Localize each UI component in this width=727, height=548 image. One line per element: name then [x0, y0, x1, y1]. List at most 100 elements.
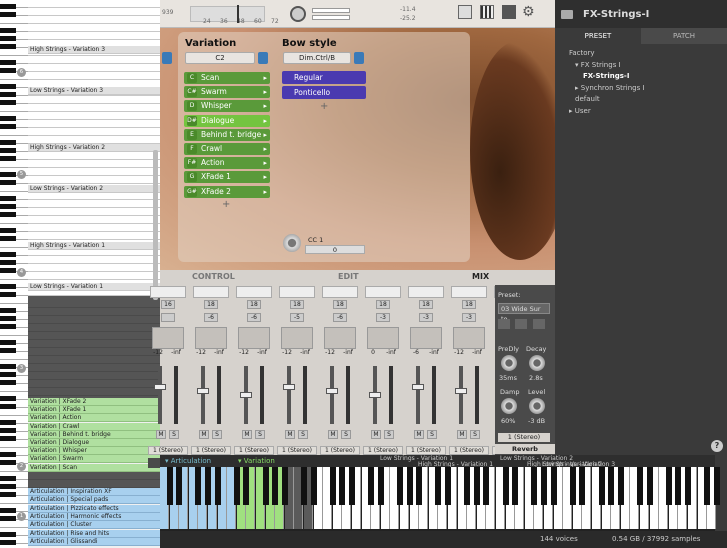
piano-black-key[interactable]: [0, 516, 16, 521]
mapping-row[interactable]: Variation | XFade 1: [28, 406, 160, 415]
piano-black-key[interactable]: [531, 467, 538, 505]
fader-handle[interactable]: [154, 384, 166, 390]
cc-value[interactable]: 0: [305, 245, 365, 254]
piano-black-key[interactable]: [608, 467, 615, 505]
channel-output[interactable]: 1 (Stereo): [148, 446, 188, 455]
piano-black-key[interactable]: [0, 196, 16, 201]
mapping-row[interactable]: [28, 332, 160, 340]
piano-black-key[interactable]: [0, 84, 16, 89]
piano-black-key[interactable]: [0, 420, 16, 425]
piano-black-key[interactable]: [665, 467, 672, 505]
stereo-pan-control[interactable]: [238, 327, 270, 349]
mapping-row[interactable]: [28, 264, 160, 272]
piano-black-key[interactable]: [176, 467, 183, 505]
mapping-row[interactable]: [28, 8, 160, 16]
piano-white-key[interactable]: [0, 440, 28, 448]
mapping-row[interactable]: [28, 380, 160, 388]
piano-black-key[interactable]: [483, 467, 490, 505]
mapping-row[interactable]: [28, 356, 160, 364]
fader-handle[interactable]: [197, 388, 209, 394]
piano-black-key[interactable]: [0, 404, 16, 409]
channel-output[interactable]: 1 (Stereo): [320, 446, 360, 455]
fader-handle[interactable]: [240, 392, 252, 398]
stereo-pan-control[interactable]: [152, 327, 184, 349]
solo-button[interactable]: S: [470, 430, 480, 439]
tree-item[interactable]: default: [569, 94, 727, 106]
mapping-row[interactable]: Variation | Crawl: [28, 422, 160, 431]
piano-black-key[interactable]: [0, 508, 16, 513]
piano-black-key[interactable]: [214, 467, 221, 505]
channel-gain[interactable]: -6: [247, 313, 261, 322]
mapping-row[interactable]: Articulation | Harmonic effects: [28, 512, 160, 521]
mapping-row[interactable]: [28, 300, 160, 308]
mapping-row[interactable]: High Strings - Variation 1: [28, 242, 160, 250]
piano-white-key[interactable]: [0, 160, 28, 168]
piano-white-key[interactable]: [0, 48, 28, 56]
mapping-row[interactable]: [28, 112, 160, 120]
mapping-row[interactable]: [28, 16, 160, 24]
stereo-pan-control[interactable]: [324, 327, 356, 349]
mute-button[interactable]: M: [285, 430, 295, 439]
piano-black-key[interactable]: [0, 396, 16, 401]
piano-black-key[interactable]: [0, 364, 16, 369]
piano-white-key[interactable]: [0, 328, 28, 336]
mapping-row[interactable]: [28, 72, 160, 80]
piano-white-key[interactable]: [0, 216, 28, 224]
solo-button[interactable]: S: [212, 430, 222, 439]
channel-gain[interactable]: -6: [333, 313, 347, 322]
mapping-row[interactable]: [28, 308, 160, 316]
mapping-row[interactable]: [28, 372, 160, 380]
mapping-row[interactable]: Variation | Scan: [28, 463, 160, 472]
list-scrollbar[interactable]: [153, 150, 158, 300]
piano-black-key[interactable]: [377, 467, 384, 505]
piano-black-key[interactable]: [0, 284, 16, 289]
reload-icon[interactable]: [515, 319, 527, 329]
mapping-row[interactable]: [28, 472, 160, 480]
volume-fader[interactable]: [287, 366, 291, 424]
add-variation-button[interactable]: +: [222, 199, 230, 210]
mute-button[interactable]: M: [371, 430, 381, 439]
piano-black-key[interactable]: [464, 467, 471, 505]
piano-black-key[interactable]: [0, 148, 16, 153]
tree-item[interactable]: ▾ FX Strings I: [569, 60, 727, 72]
mute-button[interactable]: M: [457, 430, 467, 439]
variation-item[interactable]: C# Swarm ▸: [184, 86, 270, 99]
piano-black-key[interactable]: [435, 467, 442, 505]
mapping-row[interactable]: Articulation | Pizzicato effects: [28, 504, 160, 513]
help-icon[interactable]: ?: [711, 440, 723, 452]
piano-icon[interactable]: [480, 5, 494, 19]
mapping-row[interactable]: [28, 160, 160, 168]
piano-black-key[interactable]: [0, 428, 16, 433]
channel-gain[interactable]: -3: [462, 313, 476, 322]
tab-preset[interactable]: PRESET: [555, 28, 641, 44]
mapping-row[interactable]: [28, 348, 160, 356]
chip-icon[interactable]: [502, 5, 516, 19]
solo-button[interactable]: S: [298, 430, 308, 439]
channel-gain[interactable]: -6: [204, 313, 218, 322]
channel-output[interactable]: 1 (Stereo): [363, 446, 403, 455]
mapping-row[interactable]: [28, 224, 160, 232]
bowstyle-dropdown[interactable]: Dim.Ctrl/B: [283, 52, 351, 64]
piano-black-key[interactable]: [0, 92, 16, 97]
tab-mix[interactable]: MIX: [472, 272, 489, 281]
mute-button[interactable]: M: [199, 430, 209, 439]
fader-handle[interactable]: [412, 384, 424, 390]
piano-black-key[interactable]: [0, 228, 16, 233]
piano-black-key[interactable]: [0, 476, 16, 481]
piano-white-key[interactable]: [0, 352, 28, 360]
piano-black-key[interactable]: [444, 467, 451, 505]
piano-black-key[interactable]: [598, 467, 605, 505]
mapping-row[interactable]: [28, 480, 160, 488]
delete-icon[interactable]: [533, 319, 545, 329]
folder-icon[interactable]: [561, 9, 573, 19]
mapping-row[interactable]: [28, 32, 160, 40]
piano-white-key[interactable]: [0, 384, 28, 392]
volume-fader[interactable]: [459, 366, 463, 424]
mapping-row[interactable]: High Strings - Variation 3: [28, 46, 160, 54]
range-marker[interactable]: [237, 5, 239, 23]
mapping-row[interactable]: [28, 168, 160, 176]
bowstyle-stack-icon[interactable]: [354, 52, 364, 64]
piano-black-key[interactable]: [617, 467, 624, 505]
piano-white-key[interactable]: [0, 16, 28, 24]
variation-item[interactable]: F Crawl ▸: [184, 143, 270, 155]
